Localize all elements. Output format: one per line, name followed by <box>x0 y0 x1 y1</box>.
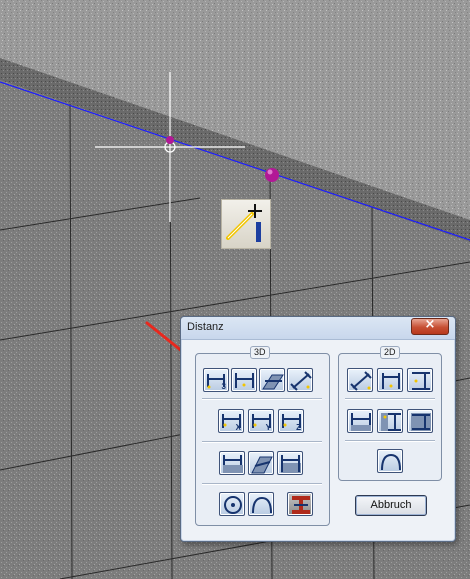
tool-distance-y-button[interactable]: Y <box>248 409 274 433</box>
cancel-button[interactable]: Abbruch <box>355 495 427 516</box>
tool-2d-diagonal-button[interactable] <box>347 368 373 392</box>
tool-distance-circle-button[interactable] <box>219 492 245 516</box>
separator <box>202 483 322 485</box>
separator <box>345 440 435 442</box>
distance-tool-icon <box>221 199 271 249</box>
dialog-titlebar[interactable]: Distanz × <box>181 317 455 340</box>
tool-2d-surface-h-button[interactable] <box>347 409 373 433</box>
tool-distance-plane-button[interactable] <box>259 368 285 392</box>
axis-z-label: Z <box>296 423 301 432</box>
separator <box>202 441 322 443</box>
group-3d-label: 3D <box>250 346 270 359</box>
tool-distance-surface-1-button[interactable] <box>219 451 245 475</box>
tool-2d-surface-v-button[interactable] <box>377 409 403 433</box>
tool-distance-x-button[interactable]: X <box>218 409 244 433</box>
separator <box>202 398 322 400</box>
tool-distance-arc-button[interactable] <box>248 492 274 516</box>
tool-2d-horizontal-button[interactable] <box>377 368 403 392</box>
tool-distance-beam-button[interactable] <box>287 492 313 516</box>
group-3d: 3D 3 X Y Z <box>195 346 330 526</box>
tool-2d-vertical-button[interactable] <box>407 368 433 392</box>
group-2d-label: 2D <box>380 346 400 359</box>
magenta-point-icon <box>265 168 279 182</box>
tool-distance-diagonal-button[interactable] <box>287 368 313 392</box>
distanz-dialog: Distanz × 3D 3 X Y Z 2D Abbruch <box>180 316 456 542</box>
axis-x-label: X <box>235 423 241 432</box>
close-button[interactable]: × <box>411 317 449 335</box>
axis-y-label: Y <box>265 423 271 432</box>
tool-distance-surface-3-button[interactable] <box>277 451 303 475</box>
dialog-title: Distanz <box>187 321 224 333</box>
close-icon: × <box>424 317 436 332</box>
separator <box>345 398 435 400</box>
tool-3-label: 3 <box>221 382 226 391</box>
tool-distance-z-button[interactable]: Z <box>278 409 304 433</box>
tool-distance-3-button[interactable]: 3 <box>203 368 229 392</box>
tool-distance-surface-2-button[interactable] <box>248 451 274 475</box>
tool-2d-surface-edge-button[interactable] <box>407 409 433 433</box>
tool-distance-parallel-button[interactable] <box>231 368 257 392</box>
tool-2d-arc-button[interactable] <box>377 449 403 473</box>
group-2d: 2D <box>338 346 442 481</box>
